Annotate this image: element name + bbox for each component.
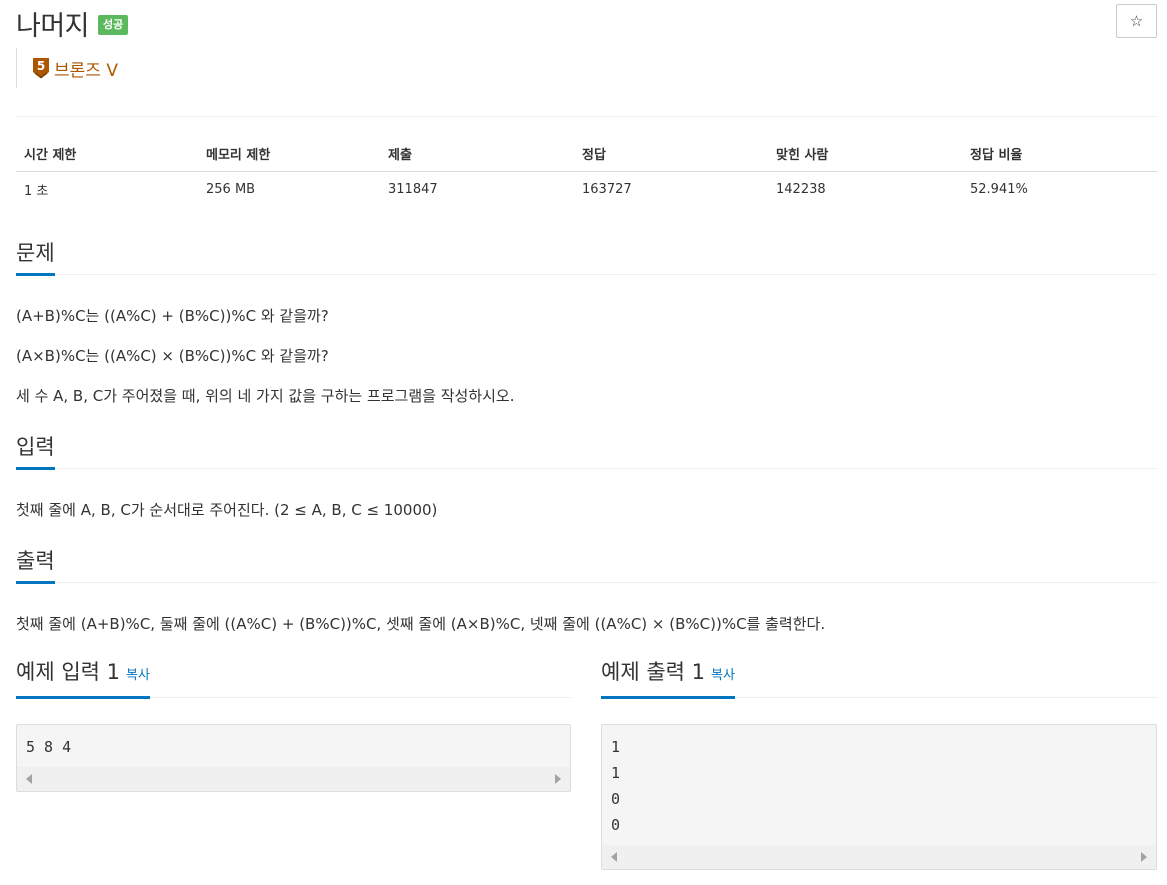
tier-block: 5 브론즈 V bbox=[16, 48, 118, 88]
sample-input-header: 예제 입력 1 복사 bbox=[16, 660, 571, 699]
result-badge: 성공 bbox=[98, 15, 129, 35]
star-button[interactable]: ☆ bbox=[1116, 4, 1157, 38]
problem-info-table: 시간 제한 메모리 제한 제출 정답 맞힌 사람 정답 비율 1 초 256 M… bbox=[16, 136, 1157, 207]
output-section-header: 출력 bbox=[16, 547, 1157, 584]
info-value-row: 1 초 256 MB 311847 163727 142238 52.941% bbox=[16, 172, 1157, 208]
problem-page: 나머지 성공 ☆ 5 브론즈 V 시간 제한 메모리 제한 제출 정답 맞힌 사… bbox=[16, 0, 1157, 885]
info-header-accepted: 정답 bbox=[574, 136, 768, 172]
sample-input-heading: 예제 입력 1 복사 bbox=[16, 658, 150, 699]
sample-input-scrollbar[interactable] bbox=[17, 767, 570, 791]
info-submissions[interactable]: 311847 bbox=[380, 172, 574, 208]
input-heading: 입력 bbox=[16, 433, 55, 470]
info-header-ratio: 정답 비율 bbox=[962, 136, 1157, 172]
tier-level: 5 bbox=[37, 59, 45, 73]
sample-output-header: 예제 출력 1 복사 bbox=[601, 660, 1157, 699]
scroll-left-icon[interactable] bbox=[611, 852, 617, 862]
description-line-3: 세 수 A, B, C가 주어졌을 때, 위의 네 가지 값을 구하는 프로그램… bbox=[16, 387, 515, 405]
output-description: 첫째 줄에 (A+B)%C, 둘째 줄에 ((A%C) + (B%C))%C, … bbox=[16, 615, 826, 633]
scroll-right-icon[interactable] bbox=[555, 774, 561, 784]
info-header-time-limit: 시간 제한 bbox=[16, 136, 198, 172]
description-line-1: (A+B)%C는 ((A%C) + (B%C))%C 와 같을까? bbox=[16, 307, 329, 325]
info-header-submissions: 제출 bbox=[380, 136, 574, 172]
sample-output-title: 예제 출력 1 bbox=[601, 660, 705, 684]
sample-output-content: 1 1 0 0 bbox=[611, 738, 621, 834]
copy-sample-input-button[interactable]: 복사 bbox=[126, 668, 150, 683]
star-icon: ☆ bbox=[1129, 12, 1144, 30]
problem-title: 나머지 bbox=[16, 10, 90, 42]
sample-input-box: 5 8 4 bbox=[16, 724, 571, 792]
sample-input-content: 5 8 4 bbox=[26, 738, 72, 756]
scroll-left-icon[interactable] bbox=[26, 774, 32, 784]
description-heading: 문제 bbox=[16, 239, 55, 276]
description-line-2: (A×B)%C는 ((A%C) × (B%C))%C 와 같을까? bbox=[16, 347, 329, 365]
info-header-row: 시간 제한 메모리 제한 제출 정답 맞힌 사람 정답 비율 bbox=[16, 136, 1157, 172]
info-ratio: 52.941% bbox=[970, 182, 1028, 197]
info-header-solvers: 맞힌 사람 bbox=[768, 136, 962, 172]
sample-output-heading: 예제 출력 1 복사 bbox=[601, 658, 735, 699]
scroll-right-icon[interactable] bbox=[1141, 852, 1147, 862]
sample-input-title: 예제 입력 1 bbox=[16, 660, 120, 684]
output-heading: 출력 bbox=[16, 547, 55, 584]
input-section-header: 입력 bbox=[16, 433, 1157, 470]
tier-label[interactable]: 브론즈 V bbox=[54, 56, 118, 81]
sample-output-scrollbar[interactable] bbox=[602, 845, 1156, 869]
info-header-memory-limit: 메모리 제한 bbox=[198, 136, 380, 172]
info-solvers[interactable]: 142238 bbox=[768, 172, 962, 208]
copy-sample-output-button[interactable]: 복사 bbox=[711, 668, 735, 683]
sample-output-box: 1 1 0 0 bbox=[601, 724, 1157, 870]
input-description: 첫째 줄에 A, B, C가 순서대로 주어진다. (2 ≤ A, B, C ≤… bbox=[16, 501, 438, 519]
problem-title-row: 나머지 성공 bbox=[16, 4, 129, 42]
info-time-limit: 1 초 bbox=[24, 184, 49, 199]
bronze-tier-icon: 5 bbox=[32, 57, 50, 79]
description-section-header: 문제 bbox=[16, 239, 1157, 276]
info-accepted: 163727 bbox=[582, 182, 632, 197]
info-memory-limit: 256 MB bbox=[206, 182, 256, 197]
divider bbox=[16, 116, 1157, 117]
